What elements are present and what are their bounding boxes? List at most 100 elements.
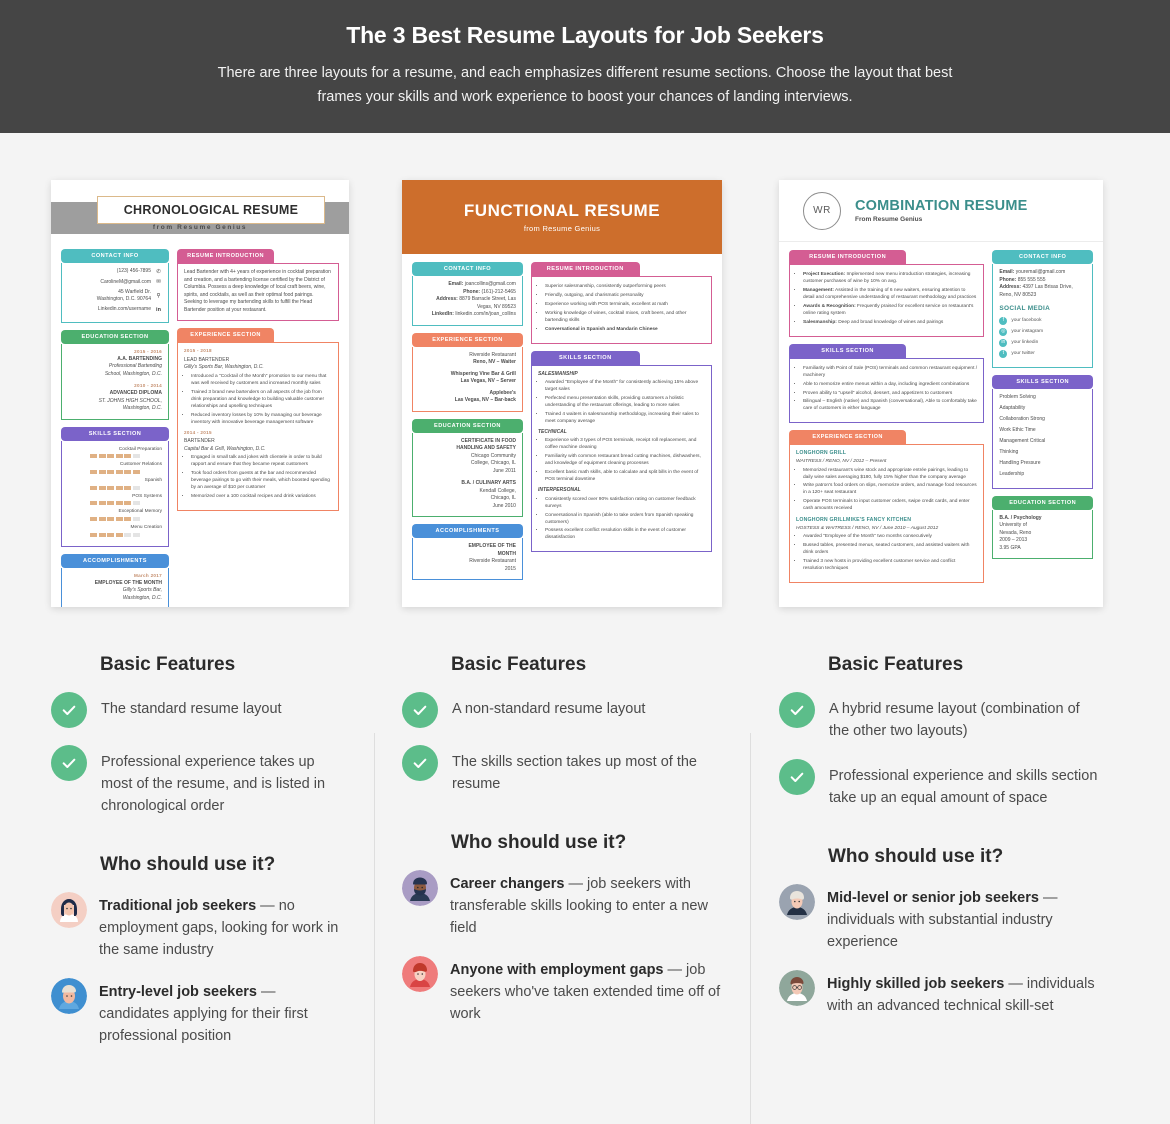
skill-bullet: Possess excellent conflict resolution sk… (545, 528, 705, 542)
instagram-icon: ◎ (999, 327, 1008, 336)
education-degree: ADVANCED DIPLOMA (109, 390, 162, 397)
check-icon (402, 692, 438, 728)
resume-title: COMBINATION RESUME (855, 198, 1028, 214)
accomplishment-place: Riverside Restaurant (469, 558, 516, 564)
page-subtitle: There are three layouts for a resume, an… (217, 65, 953, 105)
persona-text: Career changers — job seekers with trans… (450, 870, 722, 939)
introduction-bullet: Salesmanship: Deep and broad knowledge o… (803, 320, 977, 327)
accomplishments-section: ACCOMPLISHMENTS EMPLOYEE OF THE MONTH Ri… (412, 524, 523, 580)
education-date: 2010 - 2014 (134, 383, 162, 389)
job-bullets: Engaged in small talk and jokes with cli… (191, 455, 332, 501)
job-bullet: Memorized over a 100 cocktail recipes an… (191, 494, 332, 501)
page-header: The 3 Best Resume Layouts for Job Seeker… (0, 0, 1170, 133)
left-column: CONTACT INFO (123) 456-7895 ✆ CarolineM@… (61, 249, 169, 607)
feature-item: Professional experience takes up most of… (51, 745, 349, 817)
accomplishments-panel: March 2017 EMPLOYEE OF THE MONTH Gilly's… (61, 567, 169, 607)
contact-linkedin: linkedin.com/in/joan_collins (455, 311, 516, 317)
resume-preview-chronological[interactable]: CHRONOLOGICAL RESUME from Resume Genius … (51, 180, 349, 607)
introduction-body: Lead Bartender with 4+ years of experien… (184, 269, 331, 313)
education-school-2: Washington, D.C. (122, 405, 162, 412)
persona-bold: Anyone with employment gaps (450, 962, 664, 979)
introduction-panel: Lead Bartender with 4+ years of experien… (177, 263, 339, 321)
contact-section: CONTACT INFO Email: youremail@gmail.com … (992, 250, 1093, 368)
education-school-1: University of (999, 522, 1027, 529)
education-gpa: 3.95 GPA (999, 544, 1021, 551)
education-school-2: Chicago, IL (490, 495, 516, 501)
job-bullets: Memorized restaurant's wine stock and ap… (803, 468, 977, 514)
right-column: CONTACT INFO Email: youremail@gmail.com … (992, 250, 1093, 590)
education-section: EDUCATION SECTION 2015 - 2016 A.A. BARTE… (61, 329, 169, 420)
experience-entry: Whispering Vine Bar & Grill Las Vegas, N… (419, 371, 516, 386)
monogram-circle: WR (803, 191, 841, 230)
introduction-bullet: Project Execution: Implemented new menu … (803, 272, 977, 286)
experience-company: Applebee's (489, 389, 516, 396)
experience-company: Riverside Restaurant (469, 351, 516, 358)
job-bullet: Trained 3 brand new bartenders on all as… (191, 390, 332, 411)
skills-panel: SALESMANSHIP Awarded "Employee of the Mo… (530, 364, 712, 553)
resume-source: From Resume Genius (855, 216, 923, 223)
basic-features-title: Basic Features (451, 654, 587, 675)
persona-bold: Career changers (450, 876, 565, 893)
contact-linkedin-row: LinkedIn: linkedin.com/in/joan_collins (419, 311, 516, 319)
accomplishment-place-2: Washington, D.C. (122, 594, 162, 601)
skill-group-name: TECHNICAL (537, 428, 567, 435)
column-functional: FUNCTIONAL RESUME from Resume Genius CON… (374, 133, 750, 1124)
skills-heading: SKILLS SECTION (530, 350, 640, 365)
education-school: Professional Bartending (108, 363, 162, 370)
check-icon (779, 692, 815, 728)
skill-rating (68, 501, 162, 506)
phone-icon: ✆ (156, 269, 161, 275)
skills-section: SKILLS SECTION SALESMANSHIP Awarded "Emp… (530, 350, 712, 553)
job-bullet: Bussed tables, presented menus, seated c… (803, 543, 977, 557)
accomplishment-date: March 2017 (133, 572, 162, 578)
education-dates: 2009 – 2013 (999, 537, 1028, 544)
contact-address-2: Washington, D.C. 90764 (96, 296, 151, 302)
job-bullet: Reduced inventory losses by 10% by manag… (191, 413, 332, 427)
job-bullet: Operate POS terminals to input customer … (803, 499, 977, 513)
job-title: BARTENDER (184, 438, 215, 445)
skill-rating (68, 516, 162, 521)
persona-text: Mid-level or senior job seekers — indivi… (827, 884, 1103, 953)
persona-text: Highly skilled job seekers — individuals… (827, 970, 1103, 1017)
check-icon (51, 745, 87, 781)
address-label: Address: (436, 296, 458, 302)
basic-features-title: Basic Features (100, 654, 236, 675)
bullet-label: Salesmanship: (803, 319, 837, 325)
experience-panel: LONGHORN GRILL WAITRESS / RENO, NV / 201… (789, 444, 985, 584)
contact-heading: CONTACT INFO (61, 249, 169, 263)
introduction-section: RESUME INTRODUCTION Lead Bartender with … (177, 249, 339, 321)
social-row[interactable]: t your twitter (999, 349, 1086, 358)
contact-heading: CONTACT INFO (412, 262, 523, 276)
contact-phone: 855 555 555 (1017, 276, 1046, 283)
social-row[interactable]: ◎ your instagram (999, 327, 1086, 336)
introduction-section: RESUME INTRODUCTION Superior salesmanshi… (530, 262, 712, 344)
bullet-label: Awards & Recognition: (803, 303, 856, 309)
introduction-bullets: Superior salesmanship, consistently outp… (545, 284, 705, 334)
avatar-man-beard (402, 870, 438, 907)
feature-item: A non-standard resume layout (402, 692, 722, 728)
contact-linkedin: Linkedin.com/username (97, 305, 151, 312)
social-row[interactable]: in your linkedin (999, 338, 1086, 347)
resume-preview-combination[interactable]: WR COMBINATION RESUME From Resume Genius… (779, 180, 1103, 607)
job-company: Capital Bar & Grill, Washington, D.C. (184, 445, 266, 452)
contact-address-row: 45 Warfield Dr. Washington, D.C. 90764 ⚲ (68, 289, 162, 304)
contact-panel: Email: joancollins@gmail.com Phone: (161… (412, 276, 523, 326)
experience-panel: Riverside Restaurant Reno, NV – Waiter W… (412, 346, 523, 412)
feature-item: The skills section takes up most of the … (402, 745, 722, 795)
resume-source: from Resume Genius (152, 224, 248, 231)
contact-address-1: 4397 Las Brisas Drive, (1022, 284, 1073, 290)
social-row[interactable]: f your facebook (999, 316, 1086, 325)
persona-item: Anyone with employment gaps — job seeker… (402, 956, 722, 1025)
contact-email: joancollins@gmail.com (464, 281, 516, 287)
skill-group-bullets: Experience with 3 types of POS terminals… (545, 438, 705, 484)
persona-bold: Mid-level or senior job seekers (827, 890, 1039, 907)
job-bullet: Memorized restaurant's wine stock and ap… (803, 468, 977, 482)
skills-panel: Familiarity with Point of Sale (POS) ter… (789, 357, 985, 424)
social-media-heading: SOCIAL MEDIA (999, 305, 1051, 312)
skill-item: Customer Relations (68, 461, 162, 474)
education-entry: 2010 - 2014 ADVANCED DIPLOMA ST. JOHNS H… (68, 383, 162, 412)
skill-group-bullets: Awarded "Employee of the Month" for cons… (545, 380, 705, 426)
job-bullet: Introduced a "Cocktail of the Month" pro… (191, 374, 332, 388)
contact-phone: (161)-212-5465 (481, 288, 516, 295)
resume-preview-functional[interactable]: FUNCTIONAL RESUME from Resume Genius CON… (402, 180, 722, 607)
